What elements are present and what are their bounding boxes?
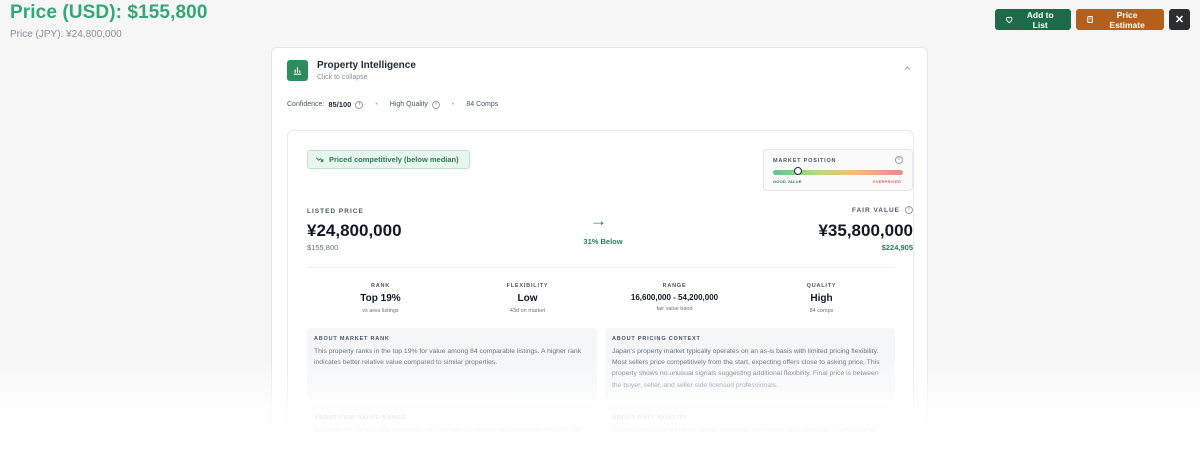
stat-label: QUALITY [806,283,837,289]
confidence-label: Confidence: [287,101,325,108]
stat-value: 16,600,000 - 54,200,000 [630,293,719,302]
listed-price-usd: $155,800 [307,243,339,252]
stat-subtext: 43d on market [509,308,546,314]
info-icon[interactable]: i [905,206,913,214]
price-estimate-button[interactable]: Price Estimate [1076,9,1164,30]
divider [307,267,895,268]
card-title: ABOUT MARKET RANK [314,336,390,342]
separator-dot: • [375,101,378,108]
stat-value: High [810,293,833,304]
card-title: ABOUT DATA QUALITY [612,415,688,421]
fair-value-label: FAIR VALUE [851,206,900,214]
about-market-rank-card: ABOUT MARKET RANK This property ranks in… [307,328,597,400]
trending-down-icon [315,157,324,162]
info-icon[interactable]: i [895,156,903,164]
stat-range: RANGE 16,600,000 - 54,200,000 fair value… [601,283,748,314]
panel-header[interactable]: Property Intelligence Click to collapse [287,60,416,81]
pricing-status-badge: Priced competitively (below median) [307,150,470,169]
about-fair-value-range-card: ABOUT FAIR VALUE RANGE Based on 84 compa… [307,407,597,470]
fair-value-usd: $224,905 [881,243,913,252]
separator-dot: • [451,101,455,108]
chevron-up-icon[interactable] [903,64,912,75]
stat-label: RANK [370,283,391,289]
add-to-list-button[interactable]: Add to List [995,9,1071,30]
about-data-quality-card: ABOUT DATA QUALITY Analysis based on 84 … [605,407,895,470]
market-position-bar [773,170,903,175]
market-position-widget: MARKET POSITION i GOOD VALUE OVERPRICED [763,149,913,191]
stat-subtext: fair value band [656,306,693,312]
confidence-row: Confidence: 85/100 i • High Quality i • … [287,100,498,109]
quality-label: High Quality [389,101,428,108]
stat-value: Low [517,293,538,304]
card-title: ABOUT PRICING CONTEXT [612,336,701,342]
bar-chart-icon [287,60,308,81]
price-jpy: Price (JPY): ¥24,800,000 [10,29,122,40]
add-to-list-label: Add to List [1026,9,1054,30]
fair-value-amount: ¥35,800,000 [818,221,913,240]
top-actions: Add to List Price Estimate ✕ [995,9,1190,30]
listed-price-label: LISTED PRICE [307,208,364,215]
stat-label: FLEXIBILITY [506,283,549,289]
heart-icon [1005,16,1013,24]
price-usd: Price (USD): $155,800 [10,2,208,23]
panel-title: Property Intelligence [317,60,416,71]
stats-row: RANK Top 19% vs area listings FLEXIBILIT… [307,283,895,314]
price-estimate-label: Price Estimate [1109,9,1145,30]
card-text: Based on 84 comparable properties, we es… [314,427,589,446]
overpriced-label: OVERPRICED [872,179,901,184]
market-position-title: MARKET POSITION [773,158,837,164]
property-intelligence-panel: Property Intelligence Click to collapse … [271,47,928,470]
pricing-summary-card: Priced competitively (below median) MARK… [287,130,914,470]
stat-value: Top 19% [360,293,401,304]
info-icon[interactable]: i [355,100,364,109]
stat-label: RANGE [662,283,687,289]
card-title: ABOUT FAIR VALUE RANGE [314,415,407,421]
pricing-status-text: Priced competitively (below median) [329,155,459,164]
comps-count: 84 Comps [466,101,499,108]
stat-subtext: vs area listings [362,308,399,314]
arrow-right-icon: → [590,211,607,230]
card-text: Analysis based on 84 highly similar prop… [612,427,875,446]
confidence-value: 85/100 [328,100,352,109]
close-icon: ✕ [1174,14,1185,26]
fair-value-header: FAIR VALUE i [852,206,913,214]
card-text: This property ranks in the top 19% for v… [314,348,582,367]
stat-flexibility: FLEXIBILITY Low 43d on market [454,283,601,314]
listed-price-value: ¥24,800,000 [307,221,402,240]
card-text: Japan's property market typically operat… [612,348,880,389]
info-icon[interactable]: i [431,100,440,109]
close-button[interactable]: ✕ [1169,9,1190,30]
calculator-icon [1087,15,1093,24]
panel-subtitle: Click to collapse [317,74,368,81]
stat-subtext: 84 comps [809,308,834,314]
stat-rank: RANK Top 19% vs area listings [307,283,454,314]
good-value-label: GOOD VALUE [773,179,802,184]
stat-quality: QUALITY High 84 comps [748,283,895,314]
about-pricing-context-card: ABOUT PRICING CONTEXT Japan's property m… [605,328,895,400]
market-position-marker [793,167,802,175]
price-difference: 31% Below [583,237,623,246]
